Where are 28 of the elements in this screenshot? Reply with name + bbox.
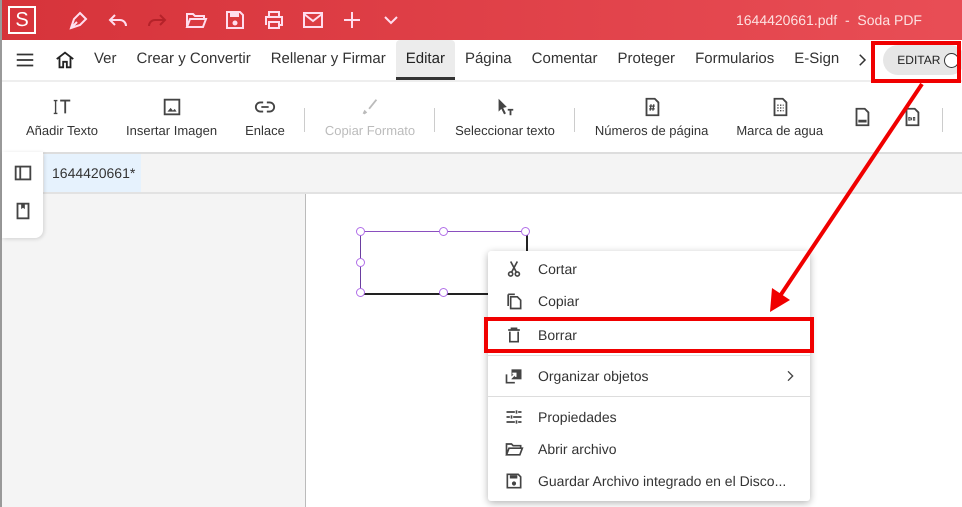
ribbon-tab[interactable]: Editar	[396, 40, 455, 80]
ribbon-tab[interactable]: Rellenar y Firmar	[260, 40, 396, 80]
document-tab[interactable]: 1644420661*	[44, 154, 142, 192]
ribbon-tab[interactable]: Proteger	[608, 40, 686, 80]
watermark-button[interactable]: Marca de agua	[722, 82, 838, 152]
menu-item[interactable]: Propiedades	[488, 396, 810, 433]
page-number-button[interactable]: Números de página	[580, 82, 722, 152]
ribbon-tab[interactable]: Ver	[84, 40, 127, 80]
ribbon-tab[interactable]: Página	[454, 40, 522, 80]
image-button[interactable]: Insertar Imagen	[112, 82, 232, 152]
menu-item[interactable]: Copiar	[488, 285, 810, 317]
save-icon	[504, 471, 524, 491]
ribbon-tab[interactable]: Crear y Convertir	[126, 40, 261, 80]
ribbon-tab[interactable]: E-Sign	[784, 40, 850, 80]
cursor-text-button[interactable]: Seleccionar texto	[441, 82, 575, 152]
app-logo: S	[8, 6, 36, 34]
menu-item[interactable]: Cortar	[488, 253, 810, 285]
ribbon-tab[interactable]: Comentar	[522, 40, 608, 80]
window-title: 1644420661.pdf - Soda PDF	[736, 12, 922, 28]
menu-item[interactable]: Abrir archivo	[488, 433, 810, 465]
ribbon-tab[interactable]: Formularios	[685, 40, 784, 80]
home-icon[interactable]	[54, 49, 76, 71]
text-tool-button[interactable]: Añadir Texto	[12, 82, 112, 152]
link-button[interactable]: Enlace	[231, 82, 305, 152]
edit-toggle[interactable]: EDITAR	[883, 45, 962, 75]
menu-item[interactable]: Organizar objetos	[488, 355, 810, 392]
menu-item[interactable]: Borrar	[486, 319, 812, 351]
menu-item[interactable]: Guardar Archivo integrado en el Disco...	[488, 465, 810, 497]
